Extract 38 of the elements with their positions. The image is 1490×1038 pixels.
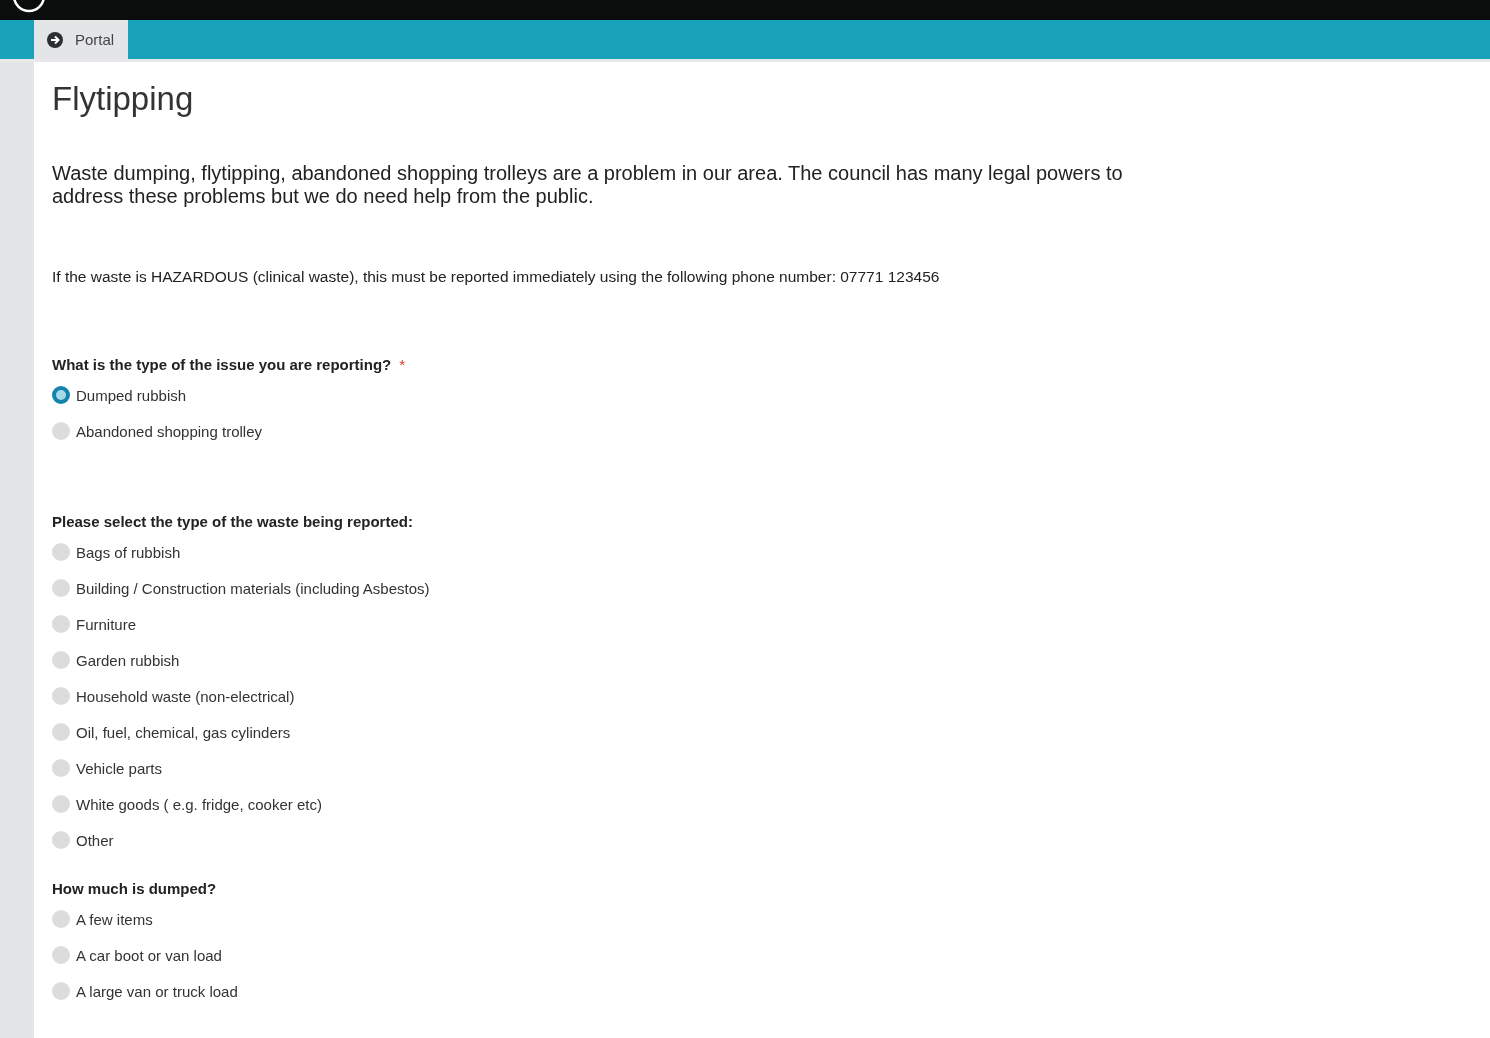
question-label: What is the type of the issue you are reporting?: [52, 356, 392, 373]
radio-button[interactable]: [52, 615, 70, 633]
option-label[interactable]: Oil, fuel, chemical, gas cylinders: [76, 723, 291, 741]
circle-logo-icon: [12, 0, 46, 14]
required-mark: *: [399, 356, 406, 373]
radio-button[interactable]: [52, 579, 70, 597]
option-label[interactable]: Vehicle parts: [76, 759, 162, 777]
option-label[interactable]: A car boot or van load: [76, 946, 222, 964]
option-label[interactable]: Abandoned shopping trolley: [76, 422, 262, 440]
radio-button[interactable]: [52, 910, 70, 928]
option-label[interactable]: Dumped rubbish: [76, 386, 187, 404]
question-label: Please select the type of the waste being reported:: [52, 513, 413, 530]
radio-button[interactable]: [52, 543, 70, 561]
radio-button[interactable]: [52, 422, 70, 440]
intro-text: Waste dumping, flytipping, abandoned shopping trolleys are a problem in our area. The council has many legal powers to address these problems but we do need help from the public.: [52, 162, 1124, 208]
radio-button[interactable]: [52, 651, 70, 669]
radio-button[interactable]: [52, 759, 70, 777]
radio-button[interactable]: [52, 946, 70, 964]
option-label[interactable]: Bags of rubbish: [76, 543, 181, 561]
option-label[interactable]: A large van or truck load: [76, 982, 238, 1000]
page-title: Flytipping: [52, 80, 195, 118]
question-label: How much is dumped?: [52, 880, 217, 897]
radio-button[interactable]: [52, 795, 70, 813]
arrow-circle-icon: [47, 31, 63, 48]
radio-button[interactable]: [52, 831, 70, 849]
radio-button[interactable]: [52, 386, 70, 404]
option-label[interactable]: Other: [76, 831, 114, 849]
option-label[interactable]: Furniture: [76, 615, 137, 633]
option-label[interactable]: Garden rubbish: [76, 651, 180, 669]
radio-button[interactable]: [52, 723, 70, 741]
portal-tab[interactable]: Portal: [34, 20, 129, 59]
option-label[interactable]: Household waste (non-electrical): [76, 687, 295, 705]
radio-button[interactable]: [52, 982, 70, 1000]
option-label[interactable]: Building / Construction materials (including Asbestos): [76, 579, 430, 597]
hazard-notice: If the waste is HAZARDOUS (clinical waste), this must be reported immediately using the following phone number: 07771 123456: [52, 268, 941, 286]
option-label[interactable]: White goods ( e.g. fridge, cooker etc): [76, 795, 322, 813]
option-label[interactable]: A few items: [76, 910, 153, 928]
radio-button[interactable]: [52, 687, 70, 705]
